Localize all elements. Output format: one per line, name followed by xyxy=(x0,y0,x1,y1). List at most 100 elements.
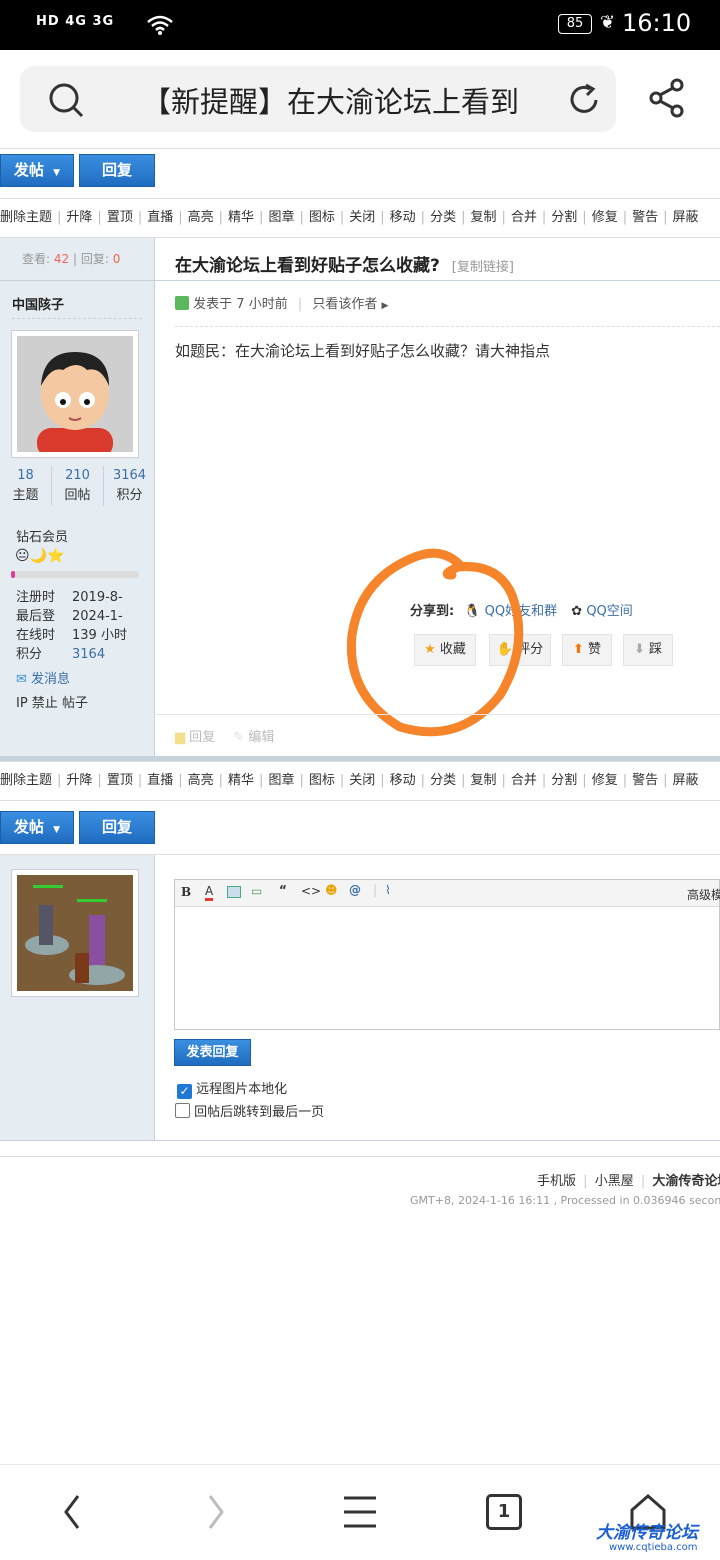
image-icon[interactable] xyxy=(227,886,241,898)
mod-action-7[interactable]: 图标 xyxy=(309,762,335,800)
footer-processed: GMT+8, 2024-1-16 16:11 , Processed in 0.… xyxy=(410,1194,720,1207)
bold-icon[interactable]: B xyxy=(181,885,191,899)
copy-link[interactable]: [复制链接] xyxy=(446,260,514,275)
mod-action-8[interactable]: 关闭 xyxy=(349,762,375,800)
submit-reply-button[interactable]: 发表回复 xyxy=(174,1039,251,1066)
rank-progress xyxy=(11,571,139,578)
checkbox-checked-icon[interactable]: ✓ xyxy=(177,1084,192,1099)
dislike-button[interactable]: ⬇ 踩 xyxy=(623,634,673,666)
separator: | xyxy=(259,773,264,788)
watermark-name: 大渝传奇论坛 xyxy=(596,1523,698,1543)
mod-action-4[interactable]: 高亮 xyxy=(188,762,214,800)
mod-action-1[interactable]: 升降 xyxy=(66,199,92,237)
mod-action-8[interactable]: 关闭 xyxy=(349,199,375,237)
avatar[interactable] xyxy=(11,330,139,458)
mod-action-12[interactable]: 合并 xyxy=(511,199,537,237)
author-panel: 查看: 42 | 回复: 0 中国陔子 18 主题 210 回帖 3164 积分 钻石会员… xyxy=(0,238,155,756)
post-button[interactable]: 发帖 ▼ xyxy=(0,154,74,187)
mod-action-7[interactable]: 图标 xyxy=(309,199,335,237)
share-qzone-link[interactable]: QQ空间 xyxy=(586,604,632,619)
font-color-icon[interactable]: A xyxy=(205,884,214,901)
admin-links[interactable]: IP 禁止 帖子 xyxy=(16,692,88,711)
post-reply-link[interactable]: 回复 xyxy=(189,730,215,745)
arrow-up-icon: ⬆ xyxy=(572,642,584,657)
address-bar[interactable]: 【新提醒】在大渝论坛上看到 xyxy=(20,66,616,132)
footer-blackroom-link[interactable]: 小黑屋 xyxy=(595,1174,634,1189)
quote-icon[interactable]: “ xyxy=(279,883,287,897)
like-button[interactable]: ⬆ 赞 xyxy=(562,634,612,666)
mod-action-0[interactable]: 删除主题 xyxy=(0,199,52,237)
author-detail-value: 2019-8- xyxy=(72,590,123,605)
mod-action-9[interactable]: 移动 xyxy=(390,762,416,800)
mod-action-6[interactable]: 图章 xyxy=(268,762,294,800)
mod-action-6[interactable]: 图章 xyxy=(268,199,294,237)
reload-icon[interactable] xyxy=(566,82,602,118)
option-jump-last[interactable]: 回帖后跳转到最后一页 xyxy=(175,1101,324,1120)
post-edit-link[interactable]: 编辑 xyxy=(248,730,274,745)
separator: | xyxy=(178,210,183,225)
advanced-mode-link[interactable]: 高级模式 xyxy=(687,886,720,903)
mod-action-11[interactable]: 复制 xyxy=(470,762,496,800)
checkbox-unchecked-icon[interactable] xyxy=(175,1103,190,1118)
footer-site-link[interactable]: 大渝传奇论坛 xyxy=(652,1174,720,1189)
mod-action-4[interactable]: 高亮 xyxy=(188,199,214,237)
mod-action-5[interactable]: 精华 xyxy=(228,762,254,800)
code-icon[interactable]: <> xyxy=(301,884,321,898)
author-detail-label: 在线时 xyxy=(16,628,56,643)
mod-action-12[interactable]: 合并 xyxy=(511,762,537,800)
user-online-icon xyxy=(175,296,189,310)
leaf-icon: ❦ xyxy=(600,12,616,33)
views-label: 查看: xyxy=(22,252,51,266)
mod-action-16[interactable]: 屏蔽 xyxy=(673,762,699,800)
edit-icon: ✎ xyxy=(233,730,245,745)
attachment-image-icon[interactable]: ▭ xyxy=(251,884,262,898)
mod-action-3[interactable]: 直播 xyxy=(147,762,173,800)
author-stat-0[interactable]: 18 主题 xyxy=(0,466,52,506)
footer-mobile-link[interactable]: 手机版 xyxy=(537,1174,576,1189)
mod-action-3[interactable]: 直播 xyxy=(147,199,173,237)
tabs-button[interactable]: 1 xyxy=(486,1494,522,1530)
only-author-link[interactable]: 只看该作者 xyxy=(312,297,377,312)
post-button-bottom[interactable]: 发帖 ▼ xyxy=(0,811,74,844)
separator: | xyxy=(137,773,143,788)
author-stat-1[interactable]: 210 回帖 xyxy=(52,466,104,506)
send-message-link[interactable]: ✉ 发消息 xyxy=(16,668,70,687)
author-name[interactable]: 中国陔子 xyxy=(12,294,64,313)
reply-textarea[interactable] xyxy=(175,907,719,1029)
triangle-right-icon: ▶ xyxy=(381,301,389,311)
mod-action-15[interactable]: 警告 xyxy=(632,762,658,800)
smiley-icon[interactable]: ☻ xyxy=(325,883,338,897)
mod-action-14[interactable]: 修复 xyxy=(592,762,618,800)
mod-action-2[interactable]: 置顶 xyxy=(107,762,133,800)
post-footer-links: ▆ 回复 ✎ 编辑 xyxy=(175,726,274,745)
mod-action-13[interactable]: 分割 xyxy=(551,762,577,800)
mod-action-10[interactable]: 分类 xyxy=(430,199,456,237)
separator: | xyxy=(97,210,102,225)
current-user-avatar[interactable] xyxy=(11,869,139,997)
paperclip-icon[interactable]: ⌇ xyxy=(385,883,391,897)
mention-icon[interactable]: @ xyxy=(349,883,361,897)
mod-action-5[interactable]: 精华 xyxy=(228,199,254,237)
mod-action-10[interactable]: 分类 xyxy=(430,762,456,800)
mod-action-0[interactable]: 删除主题 xyxy=(0,762,52,800)
mod-action-15[interactable]: 警告 xyxy=(632,199,658,237)
mod-action-2[interactable]: 置顶 xyxy=(107,199,133,237)
mod-action-14[interactable]: 修复 xyxy=(592,199,618,237)
mod-action-13[interactable]: 分割 xyxy=(551,199,577,237)
mod-action-9[interactable]: 移动 xyxy=(390,199,416,237)
menu-icon[interactable] xyxy=(342,1494,378,1530)
share-icon[interactable] xyxy=(648,78,686,118)
back-icon[interactable] xyxy=(58,1492,88,1532)
mod-action-1[interactable]: 升降 xyxy=(66,762,92,800)
separator: | xyxy=(339,210,345,225)
forward-icon[interactable] xyxy=(200,1492,230,1532)
watermark-url: www.cqtieba.com xyxy=(609,1542,698,1553)
author-stat-2[interactable]: 3164 积分 xyxy=(104,466,155,506)
reply-button-bottom[interactable]: 回复 xyxy=(79,811,155,844)
mod-action-16[interactable]: 屏蔽 xyxy=(673,199,699,237)
reply-button[interactable]: 回复 xyxy=(79,154,155,187)
option-remote-images[interactable]: ✓ 远程图片本地化 xyxy=(177,1078,287,1099)
mod-action-11[interactable]: 复制 xyxy=(470,199,496,237)
reply-icon: ▆ xyxy=(175,730,185,745)
battery-indicator: 85 xyxy=(558,14,592,34)
